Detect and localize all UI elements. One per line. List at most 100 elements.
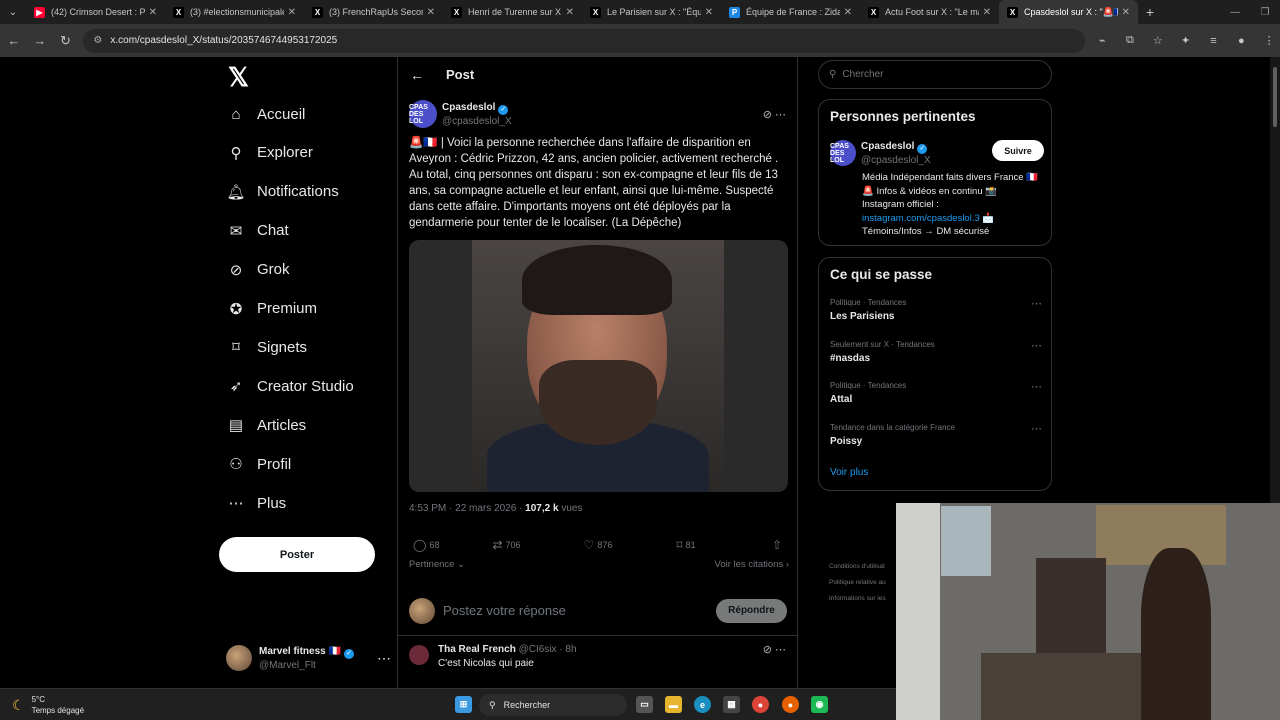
author-name[interactable]: Cpasdeslol bbox=[442, 102, 495, 113]
repost-button[interactable]: ⇄ 706 bbox=[492, 538, 520, 552]
author-handle[interactable]: @cpasdeslol_X bbox=[442, 116, 512, 127]
more-dots-icon[interactable]: ⋯ bbox=[1031, 422, 1042, 435]
trend-item[interactable]: Seulement sur X · Tendances #nasdas ⋯ bbox=[830, 339, 1042, 369]
footer-link[interactable]: Informations sur les bbox=[829, 591, 899, 607]
author-avatar[interactable]: CPAS DES LOL bbox=[409, 100, 437, 128]
back-arrow-icon[interactable]: ← bbox=[2, 29, 26, 53]
nav-item-signets[interactable]: ⌑ Signets bbox=[226, 330, 307, 364]
nav-item-chat[interactable]: ✉ Chat bbox=[226, 214, 289, 248]
author-avatar[interactable]: CPAS DES LOL bbox=[830, 140, 856, 166]
profile-avatar-icon[interactable]: ● bbox=[1230, 29, 1252, 53]
nav-item-explorer[interactable]: ⚲ Explorer bbox=[226, 136, 313, 170]
bookmark-button[interactable]: ⌑ 81 bbox=[676, 538, 695, 552]
more-dots-icon[interactable]: ⋯ bbox=[1031, 297, 1042, 310]
share-button[interactable]: ⇧ bbox=[772, 538, 785, 552]
more-dots-icon[interactable]: ⋯ bbox=[775, 644, 789, 656]
weather-widget[interactable]: ☾ 5°C Temps dégagé bbox=[12, 694, 84, 716]
browser-tab[interactable]: X (3) #electionsmunicipales ✕ bbox=[165, 0, 304, 24]
taskbar-search[interactable]: ⚲ Rechercher bbox=[479, 694, 627, 716]
footer-link[interactable]: Conditions d'utilisat bbox=[829, 559, 899, 575]
reply-handle[interactable]: @CI6six · 8h bbox=[519, 644, 577, 655]
bio-link[interactable]: instagram.com/cpasdeslol.3 bbox=[862, 213, 980, 224]
back-arrow-icon[interactable]: ← bbox=[410, 67, 430, 83]
menu-icon[interactable]: ⋮ bbox=[1258, 29, 1280, 53]
browser-tab[interactable]: X Henri de Turenne sur X : " ✕ bbox=[443, 0, 582, 24]
reply-submit-button[interactable]: Répondre bbox=[716, 598, 787, 623]
nav-item-notifications[interactable]: 🔔︎ Notifications bbox=[226, 175, 338, 209]
forward-arrow-icon[interactable]: → bbox=[28, 29, 52, 53]
browser-tab[interactable]: ▶ (42) Crimson Desert : Poli ✕ bbox=[26, 0, 165, 24]
star-icon[interactable]: ☆ bbox=[1147, 29, 1169, 53]
nav-item-plus[interactable]: ⋯ Plus bbox=[226, 486, 287, 520]
nav-item-articles[interactable]: ▤ Articles bbox=[226, 408, 306, 442]
nav-item-creator-studio[interactable]: ➶ Creator Studio bbox=[226, 369, 354, 403]
browser-tab[interactable]: X Actu Foot sur X : "Le mail ✕ bbox=[860, 0, 999, 24]
close-tab-icon[interactable]: ✕ bbox=[1122, 7, 1130, 18]
browser-tab[interactable]: X Cpasdeslol sur X : "🚨🇫🇷 ✕ bbox=[999, 0, 1138, 24]
nav-item-profil[interactable]: ⚇ Profil bbox=[226, 447, 291, 481]
task-view-icon[interactable]: ▭ bbox=[636, 696, 653, 713]
more-dots-icon[interactable]: ⋯ bbox=[1031, 339, 1042, 352]
grok-icon[interactable]: ⊘ bbox=[763, 644, 775, 656]
url-field[interactable]: ⚙ x.com/cpasdeslol_X/status/203574674495… bbox=[83, 28, 1086, 53]
trend-name: #nasdas bbox=[830, 352, 871, 364]
close-tab-icon[interactable]: ✕ bbox=[983, 7, 991, 18]
reload-icon[interactable]: ↻ bbox=[54, 29, 78, 53]
nav-item-premium[interactable]: ✪ Premium bbox=[226, 292, 317, 326]
relevant-account[interactable]: CPAS DES LOL Cpasdeslol ✓ @cpasdeslol_X S… bbox=[830, 140, 1044, 167]
close-tab-icon[interactable]: ✕ bbox=[566, 7, 574, 18]
cast-icon[interactable]: ⌁ bbox=[1091, 29, 1113, 53]
footer-link[interactable]: Politique relative au bbox=[829, 575, 899, 591]
more-dots-icon[interactable]: ⋯ bbox=[377, 650, 391, 667]
extensions-icon[interactable]: ✦ bbox=[1175, 29, 1197, 53]
trend-item[interactable]: Politique · Tendances Les Parisiens ⋯ bbox=[830, 297, 1042, 327]
more-dots-icon[interactable]: ⋯ bbox=[775, 109, 789, 121]
more-dots-icon[interactable]: ⋯ bbox=[1031, 380, 1042, 393]
like-button[interactable]: ♡ 876 bbox=[584, 538, 613, 552]
reply-item[interactable]: Tha Real French @CI6six · 8h C'est Nicol… bbox=[409, 643, 789, 671]
restore-icon[interactable]: ❐ bbox=[1250, 0, 1280, 24]
tweet-time[interactable]: 4:53 PM · 22 mars 2026 · bbox=[409, 503, 525, 514]
edge-icon[interactable]: e bbox=[694, 696, 711, 713]
tweet-video[interactable] bbox=[409, 240, 788, 492]
account-switcher[interactable]: Marvel fitness 🇫🇷 ✓ @Marvel_Flt ⋯ bbox=[226, 642, 391, 674]
nav-item-grok[interactable]: ⊘ Grok bbox=[226, 253, 290, 287]
post-button[interactable]: Poster bbox=[219, 537, 375, 572]
relevant-handle[interactable]: @cpasdeslol_X bbox=[861, 155, 931, 166]
trend-item[interactable]: Politique · Tendances Attal ⋯ bbox=[830, 380, 1042, 410]
firefox-icon[interactable]: ● bbox=[782, 696, 799, 713]
close-tab-icon[interactable]: ✕ bbox=[705, 7, 713, 18]
grok-icon[interactable]: ⊘ bbox=[763, 109, 775, 121]
file-explorer-icon[interactable]: ▬ bbox=[665, 696, 682, 713]
relevant-name[interactable]: Cpasdeslol bbox=[861, 141, 914, 152]
minimize-icon[interactable]: — bbox=[1220, 0, 1250, 24]
chrome-icon[interactable]: ● bbox=[752, 696, 769, 713]
store-icon[interactable]: ▦ bbox=[723, 696, 740, 713]
show-more-link[interactable]: Voir plus bbox=[830, 467, 868, 478]
browser-tab[interactable]: P Équipe de France : Zidan ✕ bbox=[721, 0, 860, 24]
new-tab-button[interactable]: + bbox=[1138, 4, 1162, 20]
site-settings-icon[interactable]: ⚙ bbox=[93, 35, 102, 46]
browser-tab[interactable]: X (3) FrenchRapUs Second ✕ bbox=[304, 0, 443, 24]
close-tab-icon[interactable]: ✕ bbox=[427, 7, 435, 18]
media-icon[interactable]: ≡ bbox=[1203, 29, 1225, 53]
reply-author[interactable]: Tha Real French bbox=[438, 644, 516, 655]
windows-start-icon[interactable]: ⊞ bbox=[455, 696, 472, 713]
x-logo-icon[interactable]: 𝕏 bbox=[228, 63, 256, 91]
browser-tab[interactable]: X Le Parisien sur X : "Équipe ✕ bbox=[582, 0, 721, 24]
close-tab-icon[interactable]: ✕ bbox=[844, 7, 852, 18]
close-tab-icon[interactable]: ✕ bbox=[288, 7, 296, 18]
avatar[interactable] bbox=[409, 645, 429, 665]
reply-input[interactable]: Postez votre réponse bbox=[443, 603, 566, 618]
tab-search-chevron-icon[interactable]: ⌄ bbox=[0, 0, 26, 24]
app-icon[interactable]: ◉ bbox=[811, 696, 828, 713]
view-quotes-link[interactable]: Voir les citations › bbox=[715, 559, 789, 570]
install-icon[interactable]: ⧉ bbox=[1119, 29, 1141, 53]
trend-item[interactable]: Tendance dans la catégorie France Poissy ⋯ bbox=[830, 422, 1042, 452]
reply-button[interactable]: ◯ 68 bbox=[413, 538, 439, 552]
follow-button[interactable]: Suivre bbox=[992, 140, 1044, 161]
sort-dropdown[interactable]: Pertinence ⌄ bbox=[409, 559, 465, 570]
nav-item-accueil[interactable]: ⌂ Accueil bbox=[226, 97, 305, 131]
close-tab-icon[interactable]: ✕ bbox=[149, 7, 157, 18]
search-input[interactable]: ⚲ Chercher bbox=[818, 60, 1052, 89]
